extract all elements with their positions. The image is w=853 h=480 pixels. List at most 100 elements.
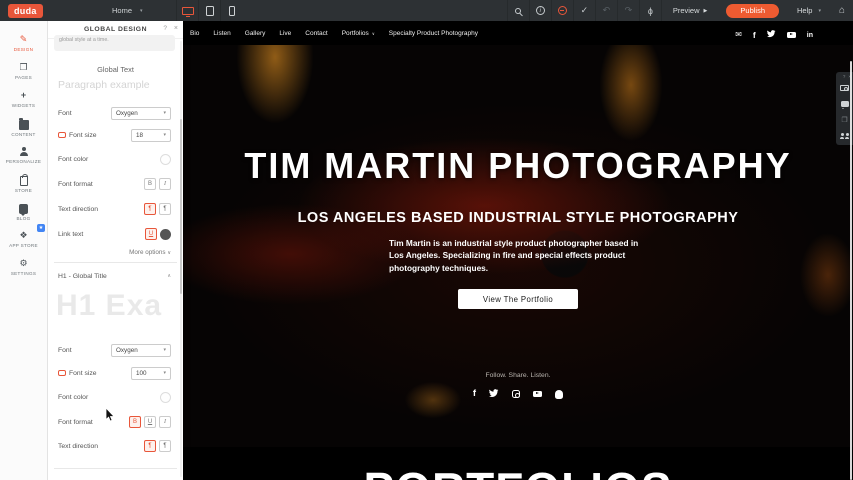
instagram-icon[interactable] [512, 390, 520, 398]
preview-scrollbar[interactable] [850, 61, 852, 480]
link-text-row: Link text U [58, 227, 171, 241]
h1-font-size-select[interactable]: 100▾ [131, 367, 171, 380]
approve-button[interactable]: ✓ [573, 0, 595, 21]
sidebar-item-label: WIDGETS [12, 103, 36, 108]
nav-item-gallery[interactable]: Gallery [245, 30, 266, 37]
dashboard-home-button[interactable]: ⌂ [839, 5, 845, 16]
panel-intro-text: global style at a time. [54, 35, 175, 45]
follow-social-icons: f [183, 386, 853, 402]
h1-italic-button[interactable]: I [159, 416, 171, 428]
feedback-button[interactable] [551, 0, 573, 21]
global-style-icon [58, 370, 66, 376]
info-button[interactable]: i [529, 0, 551, 21]
publish-button[interactable]: Publish [726, 4, 779, 18]
site-preview-canvas: Bio Listen Gallery Live Contact Portfoli… [183, 21, 853, 480]
collapse-icon: ∧ [167, 273, 171, 279]
nav-item-portfolios[interactable]: Portfolios ∨ [342, 30, 375, 37]
text-direction-row: Text direction ¶ ¶ [58, 202, 171, 216]
close-icon[interactable]: × [174, 25, 178, 32]
sidebar-item-settings[interactable]: ⚙ SETTINGS [0, 253, 47, 281]
ltr-direction-button[interactable]: ¶ [144, 203, 156, 215]
font-size-value: 18 [136, 132, 143, 139]
twitter-icon[interactable] [767, 30, 776, 40]
mobile-view-button[interactable] [220, 0, 242, 21]
portfolios-heading[interactable]: PORTFOLIOS [183, 466, 853, 480]
dev-mode-button[interactable]: ɸ [639, 0, 661, 21]
twitter-icon[interactable] [489, 386, 499, 402]
layers-icon: ❐ [841, 116, 847, 124]
hero-title[interactable]: TIM MARTIN PHOTOGRAPHY [183, 145, 853, 187]
h1-ltr-direction-button[interactable]: ¶ [144, 440, 156, 452]
folder-icon [19, 120, 29, 130]
hero-description[interactable]: Tim Martin is an industrial style produc… [389, 237, 647, 274]
h1-font-row: Font Oxygen▾ [58, 343, 171, 357]
h1-section-title: H1 - Global Title [58, 273, 107, 280]
h1-font-select[interactable]: Oxygen▾ [111, 344, 171, 357]
desktop-view-button[interactable] [176, 0, 198, 21]
panel-scrollbar[interactable] [180, 41, 183, 477]
font-size-label: Font size [69, 370, 97, 377]
more-options-link[interactable]: More options ∨ [129, 249, 171, 256]
editor-topbar: duda Home ▾ i ✓ ↶ ↷ ɸ Preview ▶ Publish … [0, 0, 853, 21]
youtube-icon[interactable] [533, 391, 542, 398]
sidebar-item-label: CONTENT [11, 132, 35, 137]
topbar-right-tools: i ✓ ↶ ↷ ɸ Preview ▶ Publish Help ▾ ⌂ [507, 0, 853, 21]
tablet-view-button[interactable] [198, 0, 220, 21]
site-social-links: ✉ f in [735, 30, 813, 40]
help-icon[interactable]: ? [163, 25, 167, 32]
h1-sample: H1 Exa [56, 289, 183, 323]
chat-icon [19, 204, 28, 214]
help-button[interactable]: Help ▾ [787, 6, 831, 15]
sidebar-item-label: SETTINGS [11, 271, 36, 276]
store-icon [20, 176, 28, 186]
view-portfolio-button[interactable]: View The Portfolio [458, 289, 578, 309]
h1-rtl-direction-button[interactable]: ¶ [159, 440, 171, 452]
search-button[interactable] [507, 0, 529, 21]
rtl-direction-button[interactable]: ¶ [159, 203, 171, 215]
sidebar-item-blog[interactable]: BLOG [0, 197, 47, 225]
link-color-swatch[interactable] [160, 229, 171, 240]
sidebar-item-content[interactable]: CONTENT [0, 113, 47, 141]
undo-button[interactable]: ↶ [595, 0, 617, 21]
help-icon[interactable]: ? [843, 74, 846, 79]
page-selector[interactable]: Home ▾ [112, 0, 143, 21]
sidebar-item-pages[interactable]: ❐ PAGES [0, 57, 47, 85]
sidebar-item-store[interactable]: STORE [0, 169, 47, 197]
linkedin-icon[interactable]: in [807, 32, 813, 39]
sidebar-item-app-store[interactable]: ★ ❖ APP STORE [0, 225, 47, 253]
sidebar-item-design[interactable]: ✎ DESIGN [0, 29, 47, 57]
nav-item-bio[interactable]: Bio [190, 30, 199, 37]
hero-subtitle[interactable]: LOS ANGELES BASED INDUSTRIAL STYLE PHOTO… [183, 210, 853, 226]
nav-item-specialty[interactable]: Specialty Product Photography [389, 30, 478, 37]
facebook-icon[interactable]: f [473, 389, 476, 399]
font-select[interactable]: Oxygen▾ [111, 107, 171, 120]
h1-bold-button[interactable]: B [129, 416, 141, 428]
nav-item-live[interactable]: Live [279, 30, 291, 37]
nav-item-listen[interactable]: Listen [213, 30, 230, 37]
preview-button[interactable]: Preview ▶ [661, 0, 719, 21]
camera-icon [840, 85, 849, 92]
sidebar-item-label: BLOG [17, 216, 31, 221]
font-size-select[interactable]: 18▾ [131, 129, 171, 142]
search-icon [515, 8, 521, 14]
facebook-icon[interactable]: f [753, 31, 756, 40]
h1-font-color-swatch[interactable] [160, 392, 171, 403]
link-underline-button[interactable]: U [145, 228, 157, 240]
plus-icon: + [21, 91, 26, 101]
h1-section-header[interactable]: H1 - Global Title ∧ [58, 269, 171, 283]
sidebar-item-widgets[interactable]: + WIDGETS [0, 85, 47, 113]
snapchat-icon[interactable] [555, 390, 563, 399]
bold-button[interactable]: B [144, 178, 156, 190]
apps-icon: ❖ [19, 231, 27, 241]
redo-button[interactable]: ↷ [617, 0, 639, 21]
font-size-label: Font size [69, 132, 97, 139]
h1-underline-button[interactable]: U [144, 416, 156, 428]
device-switcher [176, 0, 242, 21]
italic-button[interactable]: I [159, 178, 171, 190]
email-icon[interactable]: ✉ [735, 31, 742, 39]
font-color-swatch[interactable] [160, 154, 171, 165]
youtube-icon[interactable] [787, 32, 796, 39]
nav-item-contact[interactable]: Contact [305, 30, 327, 37]
sidebar-item-personalize[interactable]: PERSONALIZE [0, 141, 47, 169]
divider [54, 468, 177, 469]
